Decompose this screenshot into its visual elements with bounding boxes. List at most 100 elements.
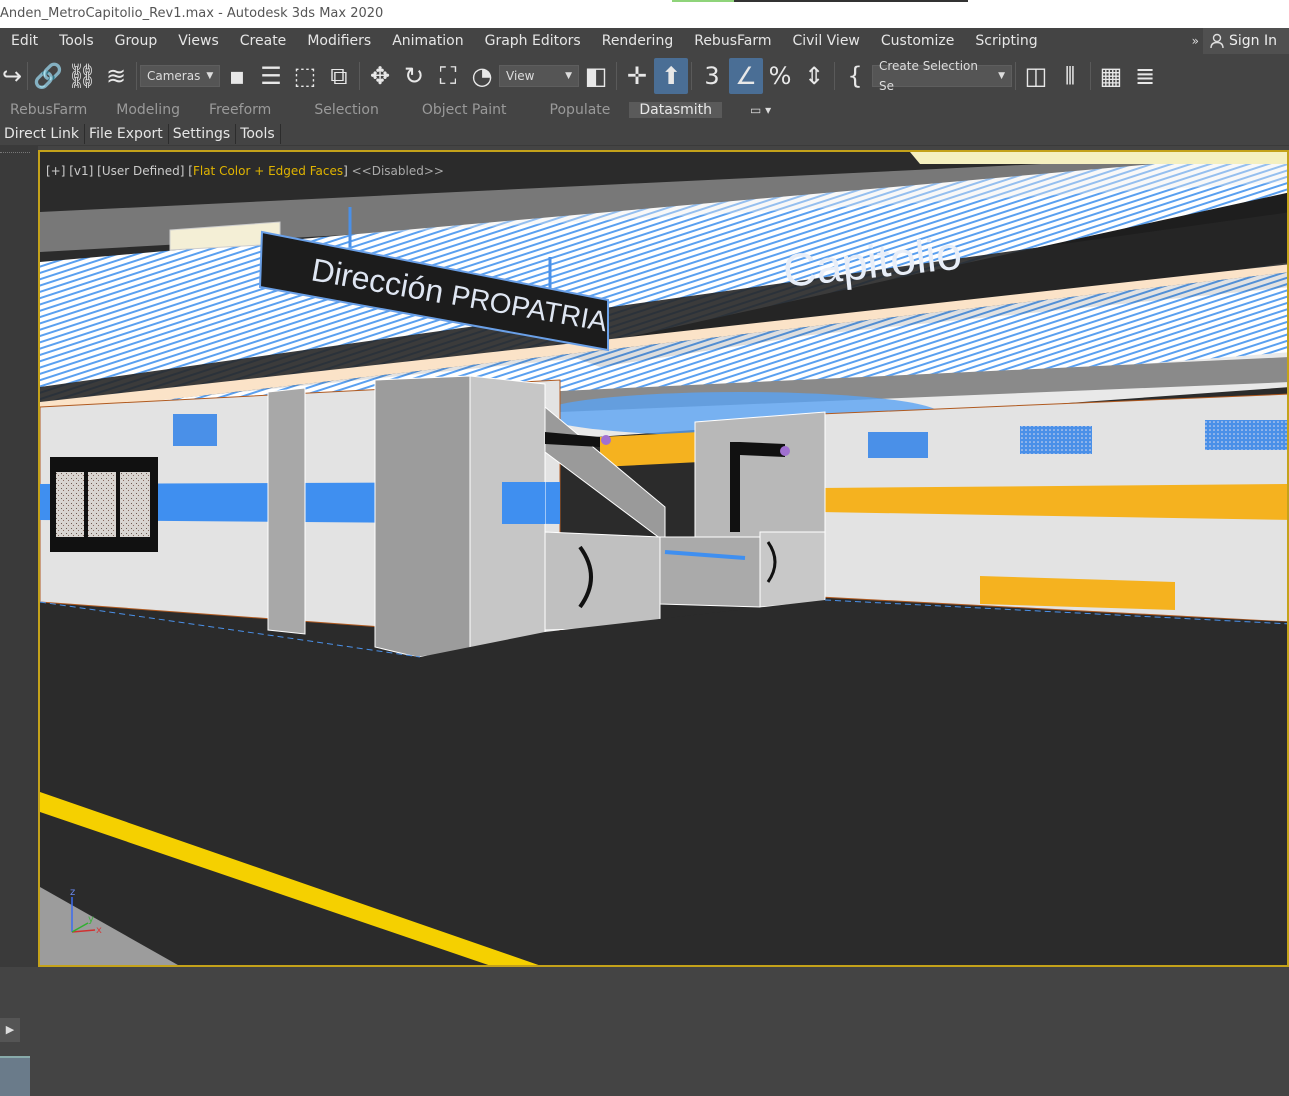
- rect-select-icon[interactable]: ⬚: [288, 58, 322, 94]
- escalator-base: [544, 531, 661, 631]
- wall-panel-blue: [868, 432, 928, 458]
- menu-modifiers[interactable]: Modifiers: [296, 33, 381, 49]
- column: [374, 375, 471, 658]
- layer-explorer-icon[interactable]: ≣: [1128, 58, 1162, 94]
- menu-views[interactable]: Views: [167, 33, 229, 49]
- named-selection-dropdown[interactable]: Create Selection Se ▼: [872, 59, 1012, 93]
- toolbar-separator: [691, 62, 692, 90]
- title-dark-strip: [734, 0, 968, 2]
- x-axis-label: x: [96, 925, 102, 936]
- manipulate-icon[interactable]: ⬆: [654, 58, 688, 94]
- scale-icon[interactable]: ⛶: [431, 58, 465, 94]
- tab-modeling[interactable]: Modeling: [106, 102, 199, 118]
- bind-spacewarp-icon[interactable]: ≋: [99, 58, 133, 94]
- menu-group[interactable]: Group: [104, 33, 168, 49]
- edit-named-selection-icon[interactable]: {: [838, 58, 872, 94]
- selection-set-value: Create Selection Se: [879, 59, 978, 93]
- info-display-panel: [88, 472, 116, 537]
- toolbar-separator: [616, 62, 617, 90]
- menu-civil-view[interactable]: Civil View: [781, 33, 869, 49]
- file-export-button[interactable]: File Export: [85, 123, 169, 144]
- percent-snap-icon[interactable]: %: [763, 58, 797, 94]
- escalator-light: [601, 435, 611, 445]
- menu-scripting[interactable]: Scripting: [964, 33, 1047, 49]
- ribbon-minimize-icon[interactable]: ▭ ▾: [750, 103, 771, 117]
- tab-freeform[interactable]: Freeform: [199, 102, 290, 118]
- user-icon: [1210, 33, 1224, 49]
- menu-edit[interactable]: Edit: [0, 33, 48, 49]
- window-title-bar: Anden_MetroCapitolio_Rev1.max - Autodesk…: [0, 0, 1289, 28]
- window-title: Anden_MetroCapitolio_Rev1.max - Autodesk…: [0, 6, 384, 21]
- wall-vent: [1205, 420, 1287, 450]
- menu-customize[interactable]: Customize: [870, 33, 965, 49]
- panel-grip[interactable]: [0, 152, 30, 155]
- column: [267, 387, 306, 635]
- reference-coordinate-dropdown[interactable]: View ▼: [499, 65, 579, 87]
- menu-overflow-icon[interactable]: »: [1188, 34, 1203, 48]
- direct-link-button[interactable]: Direct Link: [0, 123, 86, 144]
- main-toolbar: ↪ 🔗 ⛓ ≋ Cameras ▼ ▪ ☰ ⬚ ⧉ ✥ ↻ ⛶ ◔ View ▼ ◧…: [0, 54, 1289, 98]
- select-by-name-icon[interactable]: ☰: [254, 58, 288, 94]
- cameras-dropdown[interactable]: Cameras ▼: [140, 65, 220, 87]
- angle-snap-icon[interactable]: ∠: [729, 58, 763, 94]
- y-axis-label: y: [88, 914, 94, 925]
- window-crossing-icon[interactable]: ⧉: [322, 58, 356, 94]
- datasmith-panel-bar: Direct Link File Export Settings Tools: [0, 122, 1289, 146]
- viewport-label[interactable]: [+] [v1] [User Defined] [Flat Color + Ed…: [46, 164, 444, 178]
- snap-3d-icon[interactable]: 3: [695, 58, 729, 94]
- menu-animation[interactable]: Animation: [381, 33, 473, 49]
- escalator-light: [780, 446, 790, 456]
- pivot-icon[interactable]: ◧: [579, 58, 613, 94]
- chevron-down-icon: ▼: [565, 71, 572, 81]
- undo-icon[interactable]: ↪: [0, 58, 24, 94]
- tab-selection[interactable]: Selection: [290, 102, 398, 118]
- column-blue-stripe: [502, 482, 545, 524]
- viewport-shading-label[interactable]: Flat Color + Edged Faces: [193, 164, 343, 178]
- menu-create[interactable]: Create: [229, 33, 297, 49]
- sign-in-label: Sign In: [1229, 33, 1277, 49]
- tab-datasmith[interactable]: Datasmith: [629, 102, 723, 118]
- toolbar-separator: [1090, 62, 1091, 90]
- align-icon[interactable]: ⫴: [1053, 58, 1087, 94]
- scene-explorer-icon[interactable]: ▦: [1094, 58, 1128, 94]
- back-wall-orange: [600, 432, 700, 467]
- tab-object-paint[interactable]: Object Paint: [398, 102, 526, 118]
- spinner-snap-icon[interactable]: ⇕: [797, 58, 831, 94]
- menu-rebusfarm[interactable]: RebusFarm: [683, 33, 781, 49]
- toolbar-separator: [136, 62, 137, 90]
- placement-icon[interactable]: ◔: [465, 58, 499, 94]
- escalator-base: [659, 536, 761, 608]
- toolbar-separator: [1015, 62, 1016, 90]
- viewport-label-prefix: [+] [v1] [User Defined] [: [46, 164, 193, 178]
- unlink-icon[interactable]: ⛓: [65, 58, 99, 94]
- toolbar-separator: [27, 62, 28, 90]
- viewport[interactable]: [+] [v1] [User Defined] [Flat Color + Ed…: [38, 150, 1289, 967]
- settings-button[interactable]: Settings: [169, 123, 237, 144]
- title-accent-strip: [672, 0, 734, 2]
- mirror-icon[interactable]: ◫: [1019, 58, 1053, 94]
- chevron-down-icon: ▼: [206, 71, 214, 81]
- link-icon[interactable]: 🔗: [31, 58, 65, 94]
- z-axis-label: z: [70, 887, 75, 898]
- toolbar-separator: [834, 62, 835, 90]
- tab-populate[interactable]: Populate: [526, 102, 630, 118]
- viewport-layout-tab[interactable]: [0, 1056, 30, 1096]
- ceiling-light: [910, 152, 1287, 164]
- menu-graph-editors[interactable]: Graph Editors: [474, 33, 591, 49]
- menu-rendering[interactable]: Rendering: [591, 33, 684, 49]
- scene-render: Capitolio Dirección PROPATRIA z x y: [40, 152, 1287, 965]
- menu-bar: Edit Tools Group Views Create Modifiers …: [0, 28, 1289, 54]
- snap-move-icon[interactable]: ✛: [620, 58, 654, 94]
- tools-button[interactable]: Tools: [236, 123, 281, 144]
- cameras-dropdown-value: Cameras: [147, 69, 201, 83]
- ribbon-tabs: RebusFarm Modeling Freeform Selection Ob…: [0, 98, 1289, 122]
- play-icon[interactable]: ▶: [0, 1018, 20, 1042]
- tab-rebusfarm[interactable]: RebusFarm: [0, 102, 106, 118]
- view-dropdown-value: View: [506, 69, 535, 83]
- rotate-icon[interactable]: ↻: [397, 58, 431, 94]
- left-side-panel: ▶: [0, 146, 38, 1096]
- move-icon[interactable]: ✥: [363, 58, 397, 94]
- menu-tools[interactable]: Tools: [48, 33, 104, 49]
- select-object-icon[interactable]: ▪: [220, 58, 254, 94]
- sign-in-button[interactable]: Sign In: [1203, 28, 1289, 54]
